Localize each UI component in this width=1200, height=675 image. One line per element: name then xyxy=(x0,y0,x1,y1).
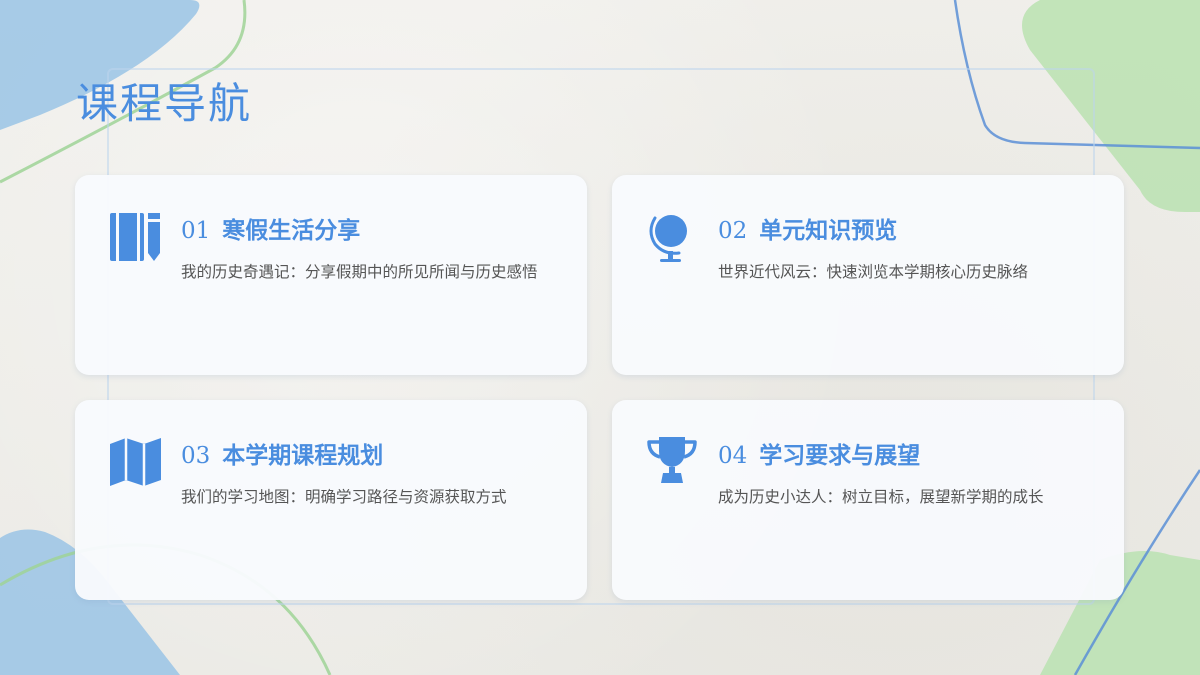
card-description: 我的历史奇遇记：分享假期中的所见所闻与历史感悟 xyxy=(181,263,538,281)
card-title-text: 本学期课程规划 xyxy=(222,442,384,469)
card-description: 成为历史小达人：树立目标，展望新学期的成长 xyxy=(718,488,1044,506)
nav-card-2[interactable]: 02 单元知识预览 世界近代风云：快速浏览本学期核心历史脉络 xyxy=(612,175,1124,375)
card-title-text: 寒假生活分享 xyxy=(222,217,361,244)
trophy-icon xyxy=(644,434,702,492)
card-title: 03 本学期课程规划 xyxy=(181,436,383,470)
map-icon xyxy=(107,434,165,492)
card-title-text: 学习要求与展望 xyxy=(759,442,921,469)
card-title: 01 寒假生活分享 xyxy=(181,211,360,245)
card-number: 01 xyxy=(181,218,211,244)
card-title: 04 学习要求与展望 xyxy=(718,436,920,470)
card-number: 04 xyxy=(718,443,748,469)
card-number: 03 xyxy=(181,443,211,469)
nav-card-4[interactable]: 04 学习要求与展望 成为历史小达人：树立目标，展望新学期的成长 xyxy=(612,400,1124,600)
nav-card-3[interactable]: 03 本学期课程规划 我们的学习地图：明确学习路径与资源获取方式 xyxy=(75,400,587,600)
page-title: 课程导航 xyxy=(76,79,253,128)
book-pencil-icon xyxy=(107,209,165,267)
globe-icon xyxy=(644,209,702,267)
card-description: 世界近代风云：快速浏览本学期核心历史脉络 xyxy=(718,263,1029,281)
nav-card-1[interactable]: 01 寒假生活分享 我的历史奇遇记：分享假期中的所见所闻与历史感悟 xyxy=(75,175,587,375)
card-description: 我们的学习地图：明确学习路径与资源获取方式 xyxy=(181,488,507,506)
card-title: 02 单元知识预览 xyxy=(718,211,897,245)
card-title-text: 单元知识预览 xyxy=(759,217,898,244)
card-number: 02 xyxy=(718,218,748,244)
